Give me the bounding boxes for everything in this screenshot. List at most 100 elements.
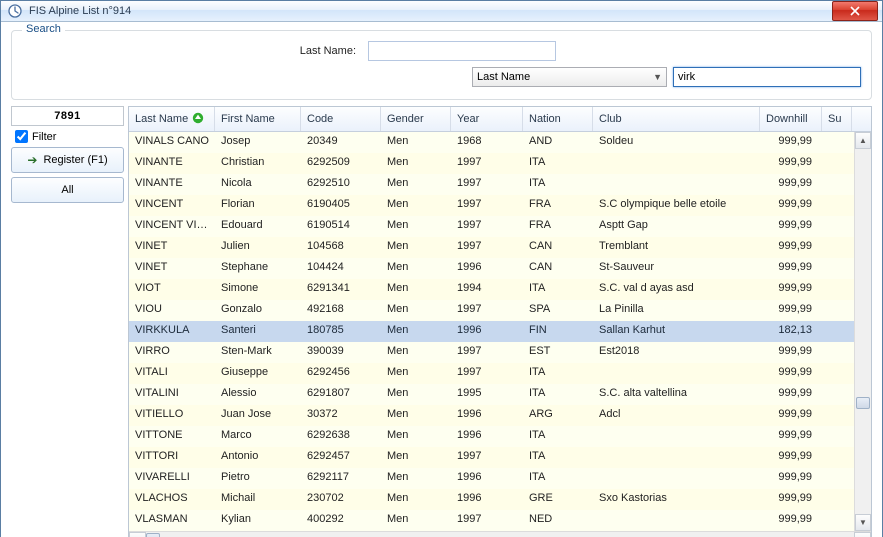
hscroll-track[interactable] [146,532,854,537]
register-button[interactable]: ➔ Register (F1) [11,147,124,173]
cell [822,153,852,174]
cell: 20349 [301,132,381,153]
cell: VITALINI [129,384,215,405]
scroll-track[interactable] [855,149,871,514]
cell: Edouard [215,216,301,237]
cell: Men [381,279,451,300]
column-header[interactable]: Code [301,107,381,131]
cell: Men [381,258,451,279]
last-name-input[interactable] [368,41,556,61]
cell: 6292456 [301,363,381,384]
cell: 6292638 [301,426,381,447]
cell: S.C. alta valtellina [593,384,760,405]
cell [822,321,852,342]
table-row[interactable]: VINANTEChristian6292509Men1997ITA999,99 [129,153,871,174]
cell: 1996 [451,321,523,342]
cell [822,258,852,279]
grid-body[interactable]: VINALS CANOJosep20349Men1968ANDSoldeu999… [129,132,871,531]
app-icon [7,3,23,19]
table-row[interactable]: VITIELLOJuan Jose30372Men1996ARGAdcl999,… [129,405,871,426]
table-row[interactable]: VIRROSten-Mark390039Men1997ESTEst2018999… [129,342,871,363]
cell: Sallan Karhut [593,321,760,342]
cell: Michail [215,489,301,510]
column-header[interactable]: Gender [381,107,451,131]
chevron-down-icon: ▼ [653,72,662,82]
column-header[interactable]: Nation [523,107,593,131]
scroll-down-button[interactable]: ▼ [855,514,871,531]
cell: Men [381,447,451,468]
table-row[interactable]: VIOUGonzalo492168Men1997SPALa Pinilla999… [129,300,871,321]
cell [822,363,852,384]
cell: 999,99 [760,363,822,384]
table-row[interactable]: VLACHOSMichail230702Men1996GRESxo Kastor… [129,489,871,510]
window-title: FIS Alpine List n°914 [29,5,830,17]
cell: 999,99 [760,405,822,426]
table-row[interactable]: VINALS CANOJosep20349Men1968ANDSoldeu999… [129,132,871,153]
table-row[interactable]: VIRKKULASanteri180785Men1996FINSallan Ka… [129,321,871,342]
table-row[interactable]: VITALINIAlessio6291807Men1995ITAS.C. alt… [129,384,871,405]
cell: 999,99 [760,426,822,447]
column-header[interactable]: Club [593,107,760,131]
table-row[interactable]: VLASMANKylian400292Men1997NED999,99 [129,510,871,531]
scroll-right-button[interactable]: ▶ [854,532,871,537]
search-field-combo[interactable]: Last Name ▼ [472,67,667,87]
vertical-scrollbar[interactable]: ▲ ▼ [854,132,871,531]
cell: Men [381,216,451,237]
column-header[interactable]: Su [822,107,852,131]
all-button[interactable]: All [11,177,124,203]
column-header[interactable]: Downhill [760,107,822,131]
column-header[interactable]: Year [451,107,523,131]
cell: St-Sauveur [593,258,760,279]
search-filter-input[interactable] [673,67,861,87]
cell: Santeri [215,321,301,342]
cell: CAN [523,237,593,258]
data-grid[interactable]: Last NameFirst NameCodeGenderYearNationC… [128,106,872,537]
horizontal-scrollbar[interactable]: ◀ ▶ [129,531,871,537]
filter-checkbox-row[interactable]: Filter [11,130,124,143]
scroll-thumb[interactable] [856,397,870,409]
table-row[interactable]: VITALIGiuseppe6292456Men1997ITA999,99 [129,363,871,384]
grid-header: Last NameFirst NameCodeGenderYearNationC… [129,107,871,132]
cell: Nicola [215,174,301,195]
table-row[interactable]: VIVARELLIPietro6292117Men1996ITA999,99 [129,468,871,489]
cell: 1997 [451,237,523,258]
cell: Simone [215,279,301,300]
column-header[interactable]: Last Name [129,107,215,131]
table-row[interactable]: VINCENTFlorian6190405Men1997FRAS.C olymp… [129,195,871,216]
cell [822,426,852,447]
register-button-label: Register (F1) [43,154,107,166]
hscroll-thumb[interactable] [146,533,160,537]
cell: Men [381,489,451,510]
search-field-combo-value: Last Name [477,71,530,83]
cell [593,510,760,531]
cell: 400292 [301,510,381,531]
table-row[interactable]: VITTONEMarco6292638Men1996ITA999,99 [129,426,871,447]
table-row[interactable]: VIOTSimone6291341Men1994ITAS.C. val d ay… [129,279,871,300]
cell: FRA [523,216,593,237]
cell: 182,13 [760,321,822,342]
table-row[interactable]: VINCENT VIVANEdouard6190514Men1997FRAAsp… [129,216,871,237]
cell: Men [381,153,451,174]
table-row[interactable]: VINETJulien104568Men1997CANTremblant999,… [129,237,871,258]
cell: VITTORI [129,447,215,468]
cell: 999,99 [760,132,822,153]
scroll-left-button[interactable]: ◀ [129,532,146,537]
close-button[interactable] [832,1,878,21]
cell: 1997 [451,447,523,468]
cell: VIVARELLI [129,468,215,489]
arrow-right-icon: ➔ [27,153,37,167]
cell: ITA [523,363,593,384]
cell: Marco [215,426,301,447]
scroll-up-button[interactable]: ▲ [855,132,871,149]
table-row[interactable]: VINANTENicola6292510Men1997ITA999,99 [129,174,871,195]
table-row[interactable]: VITTORIAntonio6292457Men1997ITA999,99 [129,447,871,468]
table-row[interactable]: VINETStephane104424Men1996CANSt-Sauveur9… [129,258,871,279]
cell: ITA [523,153,593,174]
cell: Soldeu [593,132,760,153]
titlebar[interactable]: FIS Alpine List n°914 [1,1,882,22]
cell: 1997 [451,342,523,363]
cell [822,279,852,300]
filter-checkbox[interactable] [15,130,28,143]
cell: VINCENT [129,195,215,216]
column-header[interactable]: First Name [215,107,301,131]
